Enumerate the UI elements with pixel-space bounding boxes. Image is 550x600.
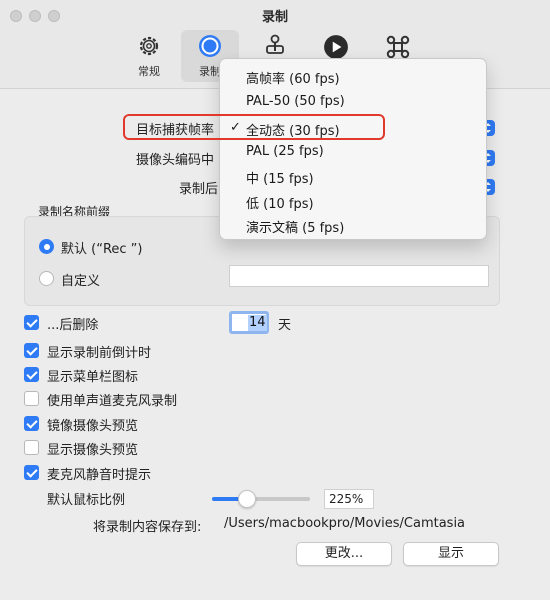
- radio-custom-prefix[interactable]: [39, 271, 54, 286]
- cursor-scale-slider[interactable]: [212, 497, 310, 501]
- radio-default-prefix[interactable]: [39, 239, 54, 254]
- gear-icon: [139, 36, 159, 56]
- command-icon: [386, 35, 410, 59]
- custom-prefix-input[interactable]: [229, 265, 489, 287]
- tab-general[interactable]: 常规: [120, 30, 178, 82]
- camera-preview-label: 显示摄像头预览: [47, 443, 139, 458]
- menu-item-15fps[interactable]: 中 (15 fps): [246, 168, 314, 187]
- menu-item-25fps[interactable]: PAL (25 fps): [246, 144, 324, 159]
- mono-mic-label: 使用单声道麦克风录制: [47, 394, 178, 409]
- mirror-camera-label: 镜像摄像头预览: [47, 419, 139, 434]
- menu-item-5fps[interactable]: 演示文稿 (5 fps): [246, 217, 344, 236]
- frame-rate-dropdown-menu: 高帧率 (60 fps) PAL-50 (50 fps) ✓ 全动态 (30 f…: [219, 58, 487, 240]
- preferences-window: 录制 常规 录制 目标捕获帧率 摄像头编码中 录制后 录制名称前缀 默认 (“R…: [0, 0, 550, 600]
- countdown-label: 显示录制前倒计时: [47, 346, 152, 361]
- change-path-button[interactable]: 更改...: [296, 542, 392, 566]
- camera-preview-checkbox[interactable]: [24, 440, 39, 455]
- custom-prefix-label: 自定义: [61, 274, 101, 289]
- delete-after-label: ...后删除: [47, 318, 99, 333]
- default-prefix-label: 默认 (“Rec ”): [61, 242, 143, 257]
- cursor-scale-label: 默认鼠标比例: [47, 493, 126, 508]
- menu-item-60fps[interactable]: 高帧率 (60 fps): [246, 68, 340, 87]
- menu-item-10fps[interactable]: 低 (10 fps): [246, 193, 314, 212]
- mirror-camera-checkbox[interactable]: [24, 416, 39, 431]
- after-recording-label: 录制后: [179, 182, 219, 197]
- menu-item-50fps[interactable]: PAL-50 (50 fps): [246, 94, 345, 109]
- window-title: 录制: [261, 10, 288, 25]
- delete-after-unit: 天: [278, 318, 292, 333]
- record-icon: [199, 35, 221, 57]
- save-path-label: 将录制内容保存到:: [93, 520, 202, 535]
- play-icon: [324, 35, 348, 59]
- highlight-box: [123, 114, 385, 140]
- menubar-icon-checkbox[interactable]: [24, 367, 39, 382]
- cursor-scale-slider-fill: [212, 497, 242, 501]
- cursor-scale-slider-knob[interactable]: [238, 490, 256, 508]
- mic-mute-alert-checkbox[interactable]: [24, 465, 39, 480]
- mono-mic-checkbox[interactable]: [24, 391, 39, 406]
- delete-after-checkbox[interactable]: [24, 315, 39, 330]
- cursor-scale-value[interactable]: 225%: [324, 489, 374, 509]
- joystick-icon: [266, 34, 284, 54]
- countdown-checkbox[interactable]: [24, 343, 39, 358]
- camera-encoding-label: 摄像头编码中: [136, 153, 215, 168]
- save-path-value: /Users/macbookpro/Movies/Camtasia: [224, 516, 466, 531]
- menubar-icon-label: 显示菜单栏图标: [47, 370, 139, 385]
- tab-general-label: 常规: [138, 65, 160, 78]
- delete-after-days-value: 14: [248, 315, 267, 331]
- show-path-button[interactable]: 显示: [403, 542, 499, 566]
- mic-mute-alert-label: 麦克风静音时提示: [47, 468, 152, 483]
- delete-after-days-input[interactable]: 14: [229, 311, 269, 334]
